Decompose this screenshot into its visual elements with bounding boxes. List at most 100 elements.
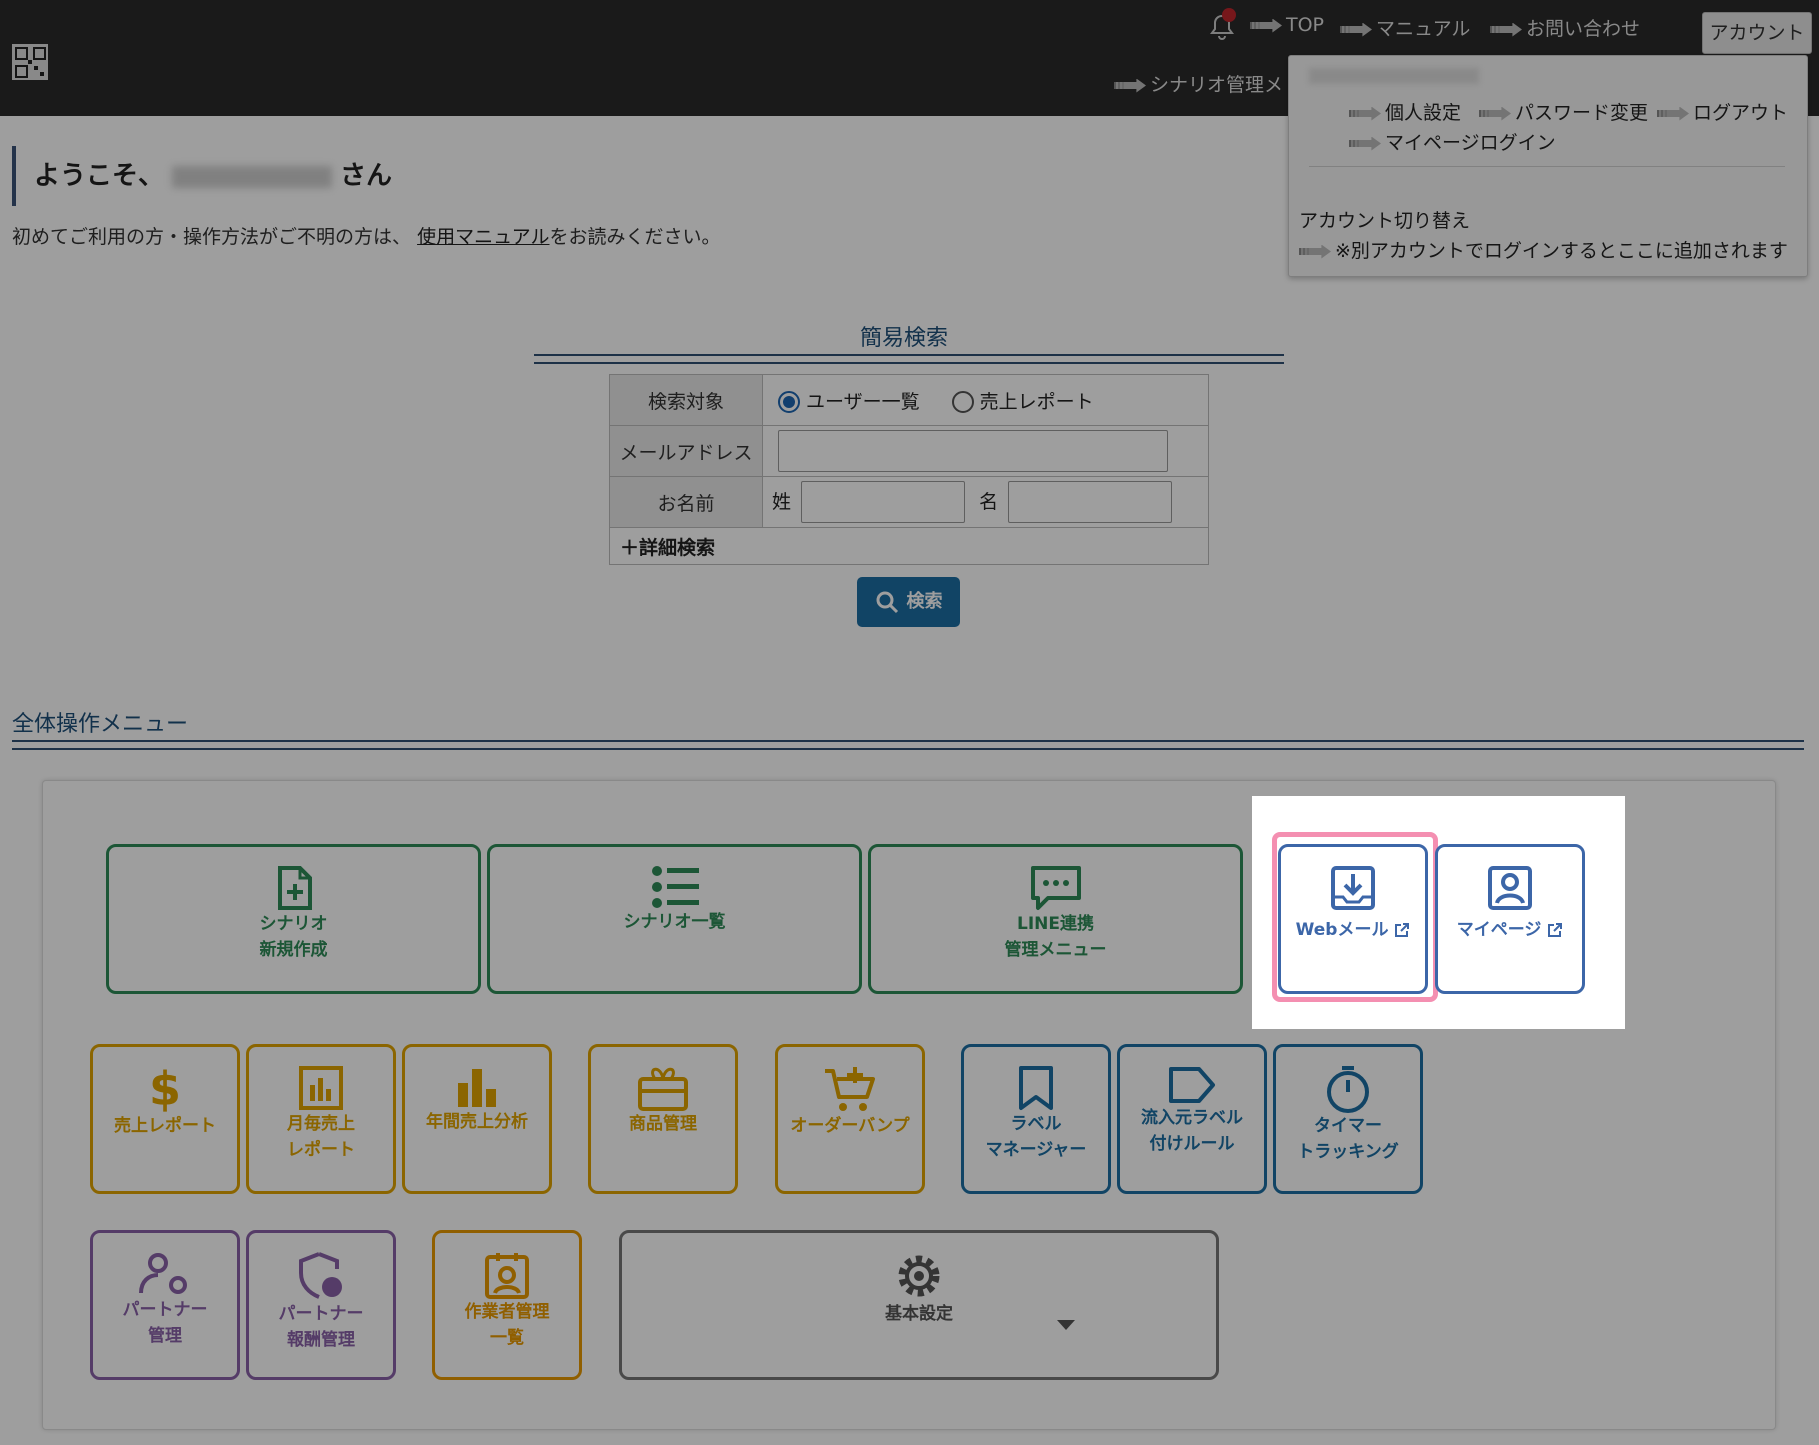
tile-products[interactable]: 商品管理 (588, 1044, 738, 1194)
tile-partner-line1: パートナー (122, 1300, 208, 1320)
tile-partner-reward-line2: 報酬管理 (287, 1330, 355, 1350)
last-name-label: 姓 (772, 490, 792, 513)
welcome-heading: ようこそ、 さん (12, 146, 392, 206)
tile-orderbump[interactable]: オーダーバンプ (775, 1044, 925, 1194)
tile-worker-line1: 作業者管理 (464, 1302, 550, 1322)
email-input[interactable] (778, 430, 1168, 472)
tile-scenario-new[interactable]: シナリオ 新規作成 (106, 844, 481, 994)
tile-sales-report[interactable]: $ 売上レポート (90, 1044, 240, 1194)
dropdown-personal-settings[interactable]: 個人設定 (1349, 98, 1461, 125)
arrow-icon (1114, 78, 1146, 93)
arrow-icon (1479, 106, 1511, 121)
account-button[interactable]: アカウント (1702, 12, 1812, 54)
manual-link[interactable]: 使用マニュアル (417, 226, 549, 248)
stopwatch-icon (1327, 1066, 1369, 1113)
nav-manual-link[interactable]: マニュアル (1340, 14, 1470, 41)
tile-basic-settings[interactable]: 基本設定 (619, 1230, 1219, 1380)
dropdown-mypage-login[interactable]: マイページログイン (1349, 128, 1556, 155)
tile-partner-reward[interactable]: パートナー 報酬管理 (246, 1230, 396, 1380)
user-gear-icon (139, 1253, 187, 1294)
dollar-icon: $ (150, 1065, 180, 1113)
menu-title-underline (12, 740, 1804, 750)
tile-monthly[interactable]: 月毎売上 レポート (246, 1044, 396, 1194)
bookmark-icon (1019, 1066, 1053, 1110)
tile-products-label: 商品管理 (629, 1114, 697, 1134)
svg-text:$: $ (150, 1065, 180, 1113)
shield-user-icon (299, 1252, 342, 1299)
cart-plus-icon (825, 1067, 875, 1111)
radio-users[interactable] (778, 391, 800, 413)
tag-icon (1169, 1067, 1215, 1103)
dropdown-switch-note: ※別アカウントでログインするとここに追加されます (1299, 236, 1788, 263)
tile-mypage[interactable]: マイページ (1435, 844, 1585, 994)
list-icon (651, 866, 699, 908)
menu-section-title: 全体操作メニュー (12, 712, 189, 737)
last-name-input[interactable] (801, 481, 966, 523)
nav-contact-link[interactable]: お問い合わせ (1490, 14, 1640, 41)
search-button[interactable]: 検索 (857, 577, 960, 627)
tile-inflow-label-line2: 付けルール (1149, 1134, 1235, 1154)
tile-annual[interactable]: 年間売上分析 (402, 1044, 552, 1194)
bar-chart-icon (458, 1069, 496, 1107)
tile-scenario-new-line1: シナリオ (259, 914, 328, 934)
tile-monthly-line1: 月毎売上 (287, 1114, 355, 1134)
tile-scenario-new-line2: 新規作成 (259, 940, 328, 960)
highlight-pink-frame (1272, 832, 1438, 1002)
tile-timer-line2: トラッキング (1297, 1142, 1399, 1162)
qr-code-icon[interactable] (12, 44, 48, 80)
search-section-title: 簡易検索 (860, 326, 949, 351)
dropdown-logout[interactable]: ログアウト (1657, 98, 1788, 125)
first-name-input[interactable] (1008, 481, 1173, 523)
arrow-icon (1657, 106, 1689, 121)
tile-inflow-label-line1: 流入元ラベル (1141, 1108, 1243, 1128)
radio-sales[interactable] (951, 391, 974, 413)
dropdown-separator (1309, 166, 1785, 167)
arrow-icon (1250, 18, 1282, 33)
tile-orderbump-label: オーダーバンプ (790, 1116, 910, 1136)
radio-sales-label[interactable]: 売上レポート (980, 391, 1094, 413)
intro-text: 初めてご利用の方・操作方法がご不明の方は、 使用マニュアルをお読みください。 (12, 222, 721, 249)
user-name-blurred (172, 165, 333, 188)
nav-manual-label: マニュアル (1376, 18, 1471, 40)
account-email-blurred (1309, 68, 1479, 84)
nav-scenario-menu[interactable]: シナリオ管理メ (1114, 70, 1283, 97)
tile-inflow-label[interactable]: 流入元ラベル 付けルール (1117, 1044, 1267, 1194)
tile-line-line2: 管理メニュー (1004, 940, 1107, 960)
tile-timer[interactable]: タイマー トラッキング (1273, 1044, 1423, 1194)
search-form-table: 検索対象 ユーザー一覧 売上レポート メールアドレス お名前 姓 名 ＋詳細検索 (609, 374, 1209, 565)
intro-after: をお読みください。 (549, 226, 721, 248)
dropdown-caret-icon[interactable] (1056, 1319, 1076, 1331)
dropdown-mypage-login-label: マイページログイン (1385, 132, 1556, 154)
search-title-underline (534, 354, 1284, 364)
gift-card-icon (638, 1067, 688, 1111)
tile-line[interactable]: LINE連携 管理メニュー (868, 844, 1243, 994)
nav-top-link[interactable]: TOP (1250, 14, 1324, 36)
tile-monthly-line2: レポート (287, 1140, 355, 1160)
id-card-icon (485, 1253, 529, 1299)
tile-scenario-list-label: シナリオ一覧 (623, 912, 726, 932)
tile-partner[interactable]: パートナー 管理 (90, 1230, 240, 1380)
external-link-icon (1548, 923, 1563, 937)
first-name-label: 名 (979, 490, 999, 513)
notification-dot (1222, 8, 1236, 22)
tile-label-manager-line2: マネージャー (985, 1140, 1087, 1160)
tile-scenario-list[interactable]: シナリオ一覧 (487, 844, 862, 994)
welcome-prefix: ようこそ、 (34, 161, 165, 191)
tile-label-manager[interactable]: ラベル マネージャー (961, 1044, 1111, 1194)
nav-scenario-label: シナリオ管理メ (1150, 74, 1284, 96)
arrow-icon (1299, 244, 1331, 259)
tile-annual-label: 年間売上分析 (426, 1112, 528, 1132)
tile-label-manager-line1: ラベル (1010, 1114, 1062, 1134)
chat-bubble-icon (1030, 866, 1081, 910)
dropdown-password-change[interactable]: パスワード変更 (1479, 98, 1648, 125)
tile-partner-reward-line1: パートナー (278, 1304, 364, 1324)
search-icon (876, 591, 898, 614)
dropdown-switch-note-label: ※別アカウントでログインするとここに追加されます (1335, 240, 1788, 262)
nav-top-label: TOP (1286, 14, 1325, 36)
advanced-search-toggle[interactable]: ＋詳細検索 (609, 527, 1209, 565)
radio-users-label[interactable]: ユーザー一覧 (806, 391, 920, 413)
welcome-suffix: さん (340, 161, 393, 191)
tile-worker[interactable]: 作業者管理 一覧 (432, 1230, 582, 1380)
arrow-icon (1490, 22, 1522, 37)
user-portrait-icon (1488, 866, 1532, 910)
